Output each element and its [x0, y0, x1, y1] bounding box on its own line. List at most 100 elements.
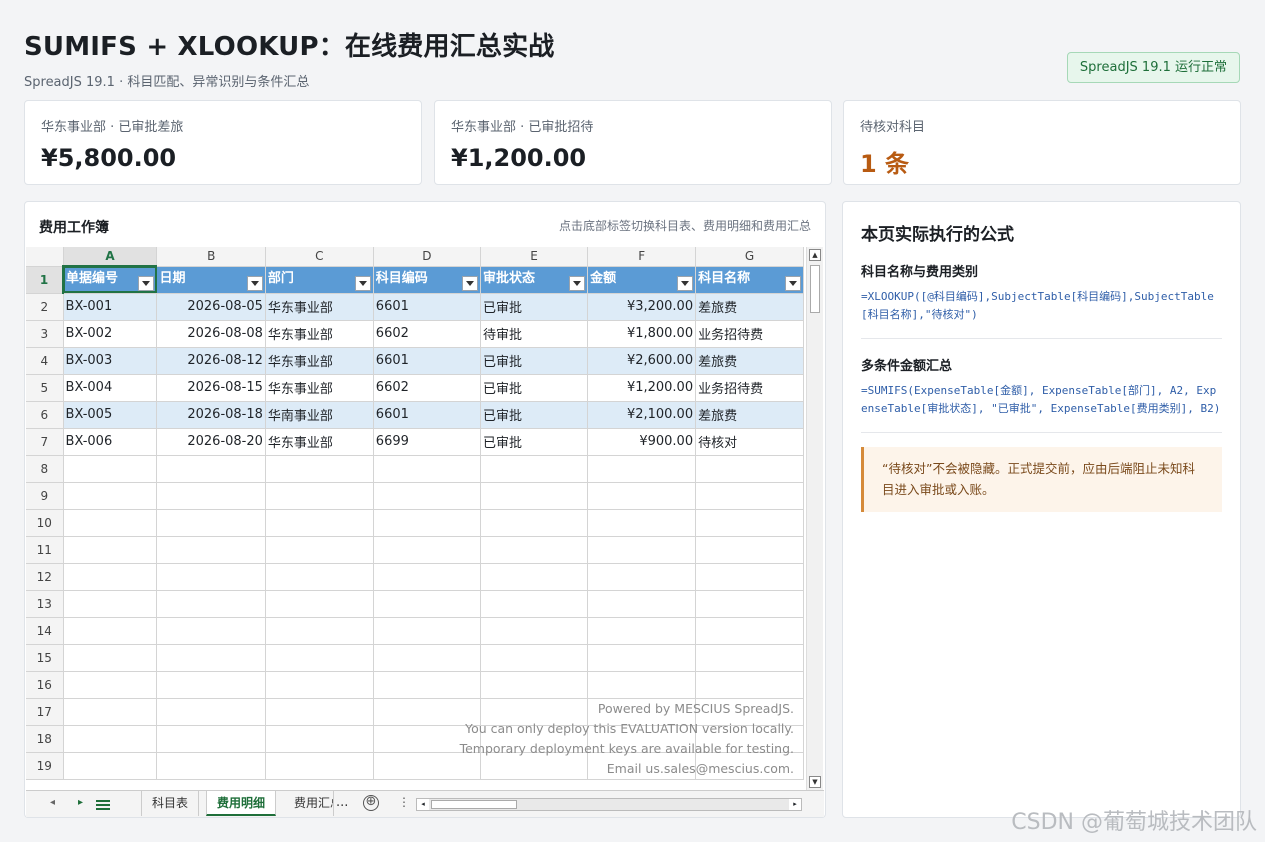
cell[interactable]: [695, 563, 804, 591]
cell[interactable]: [695, 509, 804, 537]
vertical-scrollbar[interactable]: ▲ ▼: [806, 247, 823, 790]
cell[interactable]: [480, 482, 589, 510]
cell[interactable]: [156, 563, 266, 591]
cell[interactable]: [156, 482, 266, 510]
cell[interactable]: [63, 563, 158, 591]
cell[interactable]: [63, 590, 158, 618]
cell[interactable]: [265, 752, 374, 780]
cell[interactable]: BX-001: [63, 293, 158, 321]
cell[interactable]: [695, 482, 804, 510]
cell[interactable]: [480, 617, 589, 645]
cell[interactable]: [373, 563, 481, 591]
filter-dropdown-icon[interactable]: [785, 275, 801, 291]
cell[interactable]: [265, 698, 374, 726]
cell[interactable]: 2026-08-15: [156, 374, 266, 402]
cell[interactable]: [156, 617, 266, 645]
cell[interactable]: [63, 617, 158, 645]
cell[interactable]: [63, 482, 158, 510]
cell[interactable]: [587, 671, 697, 699]
cell[interactable]: 2026-08-18: [156, 401, 266, 429]
cell[interactable]: [156, 509, 266, 537]
tab-menu-icon[interactable]: ⋮: [398, 795, 410, 809]
cell[interactable]: 6602: [373, 374, 481, 402]
table-header-cell[interactable]: 金额: [587, 266, 697, 294]
horizontal-scrollbar[interactable]: ◂ ▸: [416, 798, 802, 811]
cell[interactable]: [156, 698, 266, 726]
cell[interactable]: [265, 536, 374, 564]
cell[interactable]: [695, 617, 804, 645]
cell[interactable]: 6602: [373, 320, 481, 348]
tab-prev-icon[interactable]: ◂: [50, 797, 55, 808]
scroll-thumb[interactable]: [431, 800, 517, 809]
cell[interactable]: [695, 590, 804, 618]
table-header-cell[interactable]: 科目名称: [695, 266, 804, 294]
cell[interactable]: 差旅费: [695, 293, 804, 321]
cell[interactable]: ¥900.00: [587, 428, 697, 456]
cell[interactable]: [587, 536, 697, 564]
cell[interactable]: ¥2,100.00: [587, 401, 697, 429]
cell[interactable]: [695, 455, 804, 483]
cell[interactable]: [156, 725, 266, 753]
cell[interactable]: 华东事业部: [265, 293, 374, 321]
row-header[interactable]: 1: [26, 266, 65, 294]
filter-dropdown-icon[interactable]: [569, 275, 586, 291]
cell[interactable]: BX-006: [63, 428, 158, 456]
cell[interactable]: [695, 671, 804, 699]
add-sheet-icon[interactable]: ⊕: [363, 795, 379, 811]
scroll-down-icon[interactable]: ▼: [809, 776, 821, 788]
cell[interactable]: [587, 644, 697, 672]
cell[interactable]: [480, 590, 589, 618]
cell[interactable]: [265, 590, 374, 618]
cell[interactable]: [373, 536, 481, 564]
cell[interactable]: [156, 752, 266, 780]
cell[interactable]: 华东事业部: [265, 347, 374, 375]
cell[interactable]: 待核对: [695, 428, 804, 456]
cell[interactable]: [587, 617, 697, 645]
table-header-cell[interactable]: 单据编号: [63, 266, 158, 294]
cell[interactable]: [373, 509, 481, 537]
cell[interactable]: 已审批: [480, 401, 589, 429]
cell[interactable]: ¥1,800.00: [587, 320, 697, 348]
cell[interactable]: BX-005: [63, 401, 158, 429]
filter-dropdown-icon[interactable]: [354, 275, 371, 291]
cell[interactable]: 2026-08-20: [156, 428, 266, 456]
table-header-cell[interactable]: 部门: [265, 266, 374, 294]
table-header-cell[interactable]: 日期: [156, 266, 266, 294]
cell[interactable]: 华东事业部: [265, 428, 374, 456]
row-header[interactable]: 6: [26, 401, 64, 429]
cell[interactable]: [265, 455, 374, 483]
cell[interactable]: 业务招待费: [695, 374, 804, 402]
cell[interactable]: 6601: [373, 347, 481, 375]
cell[interactable]: [373, 671, 481, 699]
sheet-tab-active[interactable]: 费用明细: [206, 791, 277, 816]
cell[interactable]: [480, 671, 589, 699]
filter-dropdown-icon[interactable]: [677, 275, 694, 291]
row-header[interactable]: 2: [26, 293, 64, 321]
cell[interactable]: 华南事业部: [265, 401, 374, 429]
select-all-corner[interactable]: [26, 247, 64, 267]
cell[interactable]: [63, 509, 158, 537]
cell[interactable]: [373, 455, 481, 483]
cell[interactable]: [373, 617, 481, 645]
cell[interactable]: [373, 644, 481, 672]
scroll-up-icon[interactable]: ▲: [809, 249, 821, 261]
cell[interactable]: ¥3,200.00: [587, 293, 697, 321]
cell[interactable]: [156, 671, 266, 699]
cell[interactable]: 已审批: [480, 428, 589, 456]
column-header[interactable]: F: [587, 247, 697, 267]
cell[interactable]: [480, 455, 589, 483]
cell[interactable]: [587, 509, 697, 537]
cell[interactable]: 华东事业部: [265, 320, 374, 348]
sheet-list-icon[interactable]: [96, 800, 110, 810]
table-header-cell[interactable]: 审批状态: [480, 266, 589, 294]
cell[interactable]: [480, 509, 589, 537]
row-header[interactable]: 5: [26, 374, 64, 402]
filter-dropdown-icon[interactable]: [246, 275, 263, 291]
cell[interactable]: [156, 536, 266, 564]
cell[interactable]: [480, 536, 589, 564]
column-header[interactable]: G: [695, 247, 804, 267]
cell[interactable]: [63, 536, 158, 564]
cell[interactable]: [265, 671, 374, 699]
cell[interactable]: 6601: [373, 401, 481, 429]
cell[interactable]: ¥2,600.00: [587, 347, 697, 375]
